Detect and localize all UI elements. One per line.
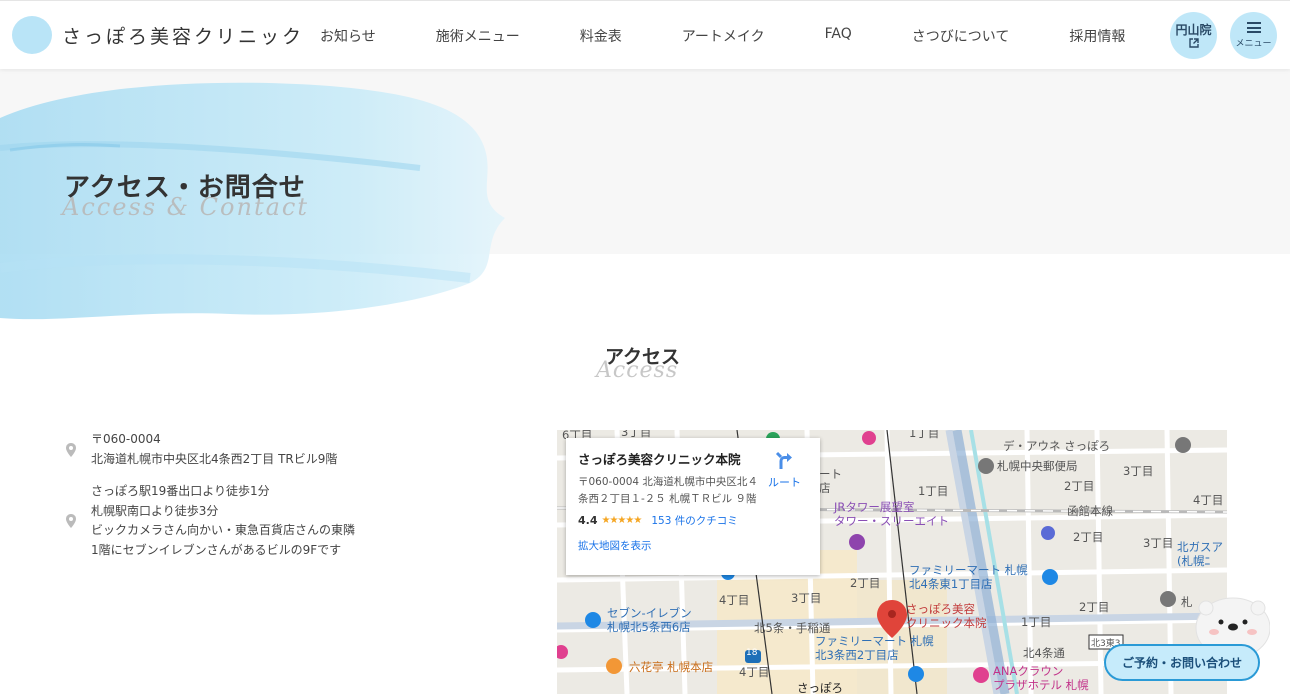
direction-line: 1階にセブンイレブンさんがあるビルの9Fです [91,542,342,557]
nav-treatments[interactable]: 施術メニュー [436,26,520,46]
map-label: デ・アウネ さっぽろ [1003,439,1111,453]
map-label: 函館本線 [1067,504,1113,518]
postal-code: 〒060-0004 [91,432,161,446]
map-label: 1丁目 [1021,615,1052,629]
logo-text: さっぽろ美容クリニック [62,25,305,48]
page-title: アクセス・お問合せ [64,173,306,203]
nav-about[interactable]: さつびについて [912,26,1010,46]
map-label: さっぽろ [797,681,843,694]
map-label: 4丁目 [719,593,750,607]
address-block: 〒060-0004 北海道札幌市中央区北4条西2丁目 TRビル9階 [64,430,337,469]
map-pin-icon [66,442,76,457]
map-label: 18 [746,648,758,658]
map-label: 2丁目 [1064,479,1095,493]
place-address: 〒060-0004 北海道札幌市中央区北４条西２丁目１-２５ 札幌ＴＲビル ９階 [578,476,758,505]
reviews-link[interactable]: 153 件のクチコミ [651,513,737,528]
place-rating: 4.4 ★★★★★ 153 件のクチコミ [578,513,808,528]
map-pin-icon [66,514,76,528]
map-label-family-mart-1: ファミリーマート 札幌 北4条東1丁目店 [909,563,1028,591]
map-label: 4丁目 [1193,493,1224,507]
address-line: 北海道札幌市中央区北4条西2丁目 TRビル9階 [91,451,338,466]
map-label: 札幌中央郵便局 [997,459,1078,473]
map-label: 2丁目 [1079,600,1110,614]
site-logo[interactable]: さっぽろ美容クリニック [12,16,304,54]
map-label-seven-eleven: セブン-イレブン 札幌北5条西6店 [607,606,692,634]
nav-recruit[interactable]: 採用情報 [1069,26,1125,46]
menu-label: メニュー [1235,39,1272,49]
nav-faq[interactable]: FAQ [825,26,852,46]
map-label: 1丁目 [909,430,940,440]
map-label: 3丁目 [791,591,822,605]
nav-art-make[interactable]: アートメイク [682,26,765,46]
direction-line: さっぽろ駅19番出口より徒歩1分 [91,484,270,498]
map-label-rokkatei: 六花亭 札幌本店 [629,660,714,674]
direction-line: ビックカメラさん向かい・東急百貨店さんの東隣 [91,523,356,537]
main-nav: お知らせ 施術メニュー 料金表 アートメイク FAQ さつびについて 採用情報 [320,26,1125,46]
map-label: 4丁目 [739,665,770,679]
map-info-card: さっぽろ美容クリニック本院 〒060-0004 北海道札幌市中央区北４条西２丁目… [566,438,820,575]
contact-reservation-button[interactable]: ご予約・お問い合わせ [1104,644,1260,681]
hamburger-icon [1246,22,1261,33]
directions-block: さっぽろ駅19番出口より徒歩1分 札幌駅南口より徒歩3分 ビックカメラさん向かい… [64,482,355,560]
rating-score: 4.4 [578,514,598,527]
route-button[interactable]: ルート [768,450,801,490]
maruyama-branch-button[interactable]: 円山院 [1170,12,1217,59]
logo-mark [12,16,52,54]
external-link-icon [1188,37,1199,51]
map-label: 3丁目 [1123,464,1154,478]
map-label-family-mart-2: ファミリーマート 札幌 北3条西2丁目店 [815,634,934,662]
maruyama-label: 円山院 [1175,22,1212,37]
page: さっぽろ美容クリニック お知らせ 施術メニュー 料金表 アートメイク FAQ さ… [0,0,1290,694]
map-label-ana: ANAクラウン プラザホテル 札幌 [993,664,1089,692]
map-label-jr-tower: JRタワー展望室 タワー・スリーエイト [834,500,949,528]
rating-stars: ★★★★★ [601,515,643,526]
map-label: 1丁目 [918,484,949,498]
nav-pricing[interactable]: 料金表 [580,26,622,46]
access-title: アクセス [605,346,681,368]
view-larger-map-link[interactable]: 拡大地図を表示 [578,538,808,553]
nav-news[interactable]: お知らせ [320,26,376,46]
direction-line: 札幌駅南口より徒歩3分 [91,503,219,518]
directions-icon [775,451,792,469]
map-label: 3丁目 [1143,536,1174,550]
map-label: 2丁目 [850,576,881,590]
map-label: 2丁目 [1073,530,1104,544]
map-label: 北4条通 [1023,646,1065,660]
map-label-clinic: さっぽろ美容 クリニック本院 [906,602,987,630]
map-label: 北ガスア (札幌ﾆ [1177,540,1223,568]
map-label: 店 [819,481,831,495]
menu-button[interactable]: メニュー [1230,12,1277,59]
site-header: さっぽろ美容クリニック お知らせ 施術メニュー 料金表 アートメイク FAQ さ… [0,0,1290,69]
route-label: ルート [768,476,801,489]
